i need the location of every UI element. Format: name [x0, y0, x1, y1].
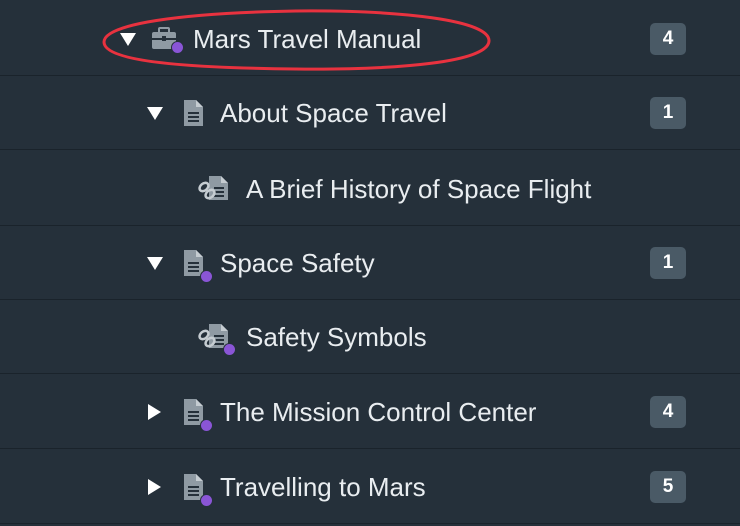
- tree-item-label: Travelling to Mars: [220, 472, 426, 502]
- tree-item-label: A Brief History of Space Flight: [246, 174, 592, 204]
- tree-item-label: Mars Travel Manual: [193, 24, 422, 54]
- count-badge: 4: [650, 23, 686, 55]
- linked-document-icon: [195, 152, 229, 226]
- document-icon: [176, 450, 213, 524]
- status-dot: [200, 419, 213, 432]
- expand-toggle-down-icon[interactable]: [145, 76, 165, 150]
- expand-toggle-right-icon[interactable]: [144, 375, 164, 449]
- count-badge: 5: [650, 471, 686, 503]
- status-dot: [200, 270, 213, 283]
- count-badge: 1: [650, 97, 686, 129]
- expand-toggle-right-icon[interactable]: [144, 450, 164, 524]
- tree-item-safety-symbols[interactable]: Safety Symbols: [0, 300, 740, 374]
- tree-item-label: Safety Symbols: [246, 322, 427, 352]
- document-icon: [176, 375, 213, 449]
- expand-toggle-down-icon[interactable]: [145, 226, 165, 300]
- tree-item-label: The Mission Control Center: [220, 397, 537, 427]
- linked-document-icon: [195, 300, 236, 374]
- tree-item-mars-travel-manual[interactable]: Mars Travel Manual 4: [0, 2, 740, 76]
- status-dot: [200, 494, 213, 507]
- count-badge: 4: [650, 396, 686, 428]
- document-icon: [176, 226, 213, 300]
- status-dot: [223, 343, 236, 356]
- tree-item-about-space-travel[interactable]: About Space Travel 1: [0, 76, 740, 150]
- tree-item-a-brief-history-of-space-flight[interactable]: A Brief History of Space Flight: [0, 152, 740, 226]
- tree-item-the-mission-control-center[interactable]: The Mission Control Center 4: [0, 375, 740, 449]
- tree-item-travelling-to-mars[interactable]: Travelling to Mars 5: [0, 450, 740, 524]
- content-tree: Mars Travel Manual 4 About Space Travel …: [0, 0, 740, 526]
- expand-toggle-down-icon[interactable]: [118, 2, 138, 76]
- status-dot: [171, 41, 184, 54]
- tree-item-label: About Space Travel: [220, 98, 447, 128]
- document-icon: [176, 76, 210, 150]
- briefcase-icon: [147, 2, 184, 76]
- tree-item-space-safety[interactable]: Space Safety 1: [0, 226, 740, 300]
- count-badge: 1: [650, 247, 686, 279]
- tree-item-label: Space Safety: [220, 248, 375, 278]
